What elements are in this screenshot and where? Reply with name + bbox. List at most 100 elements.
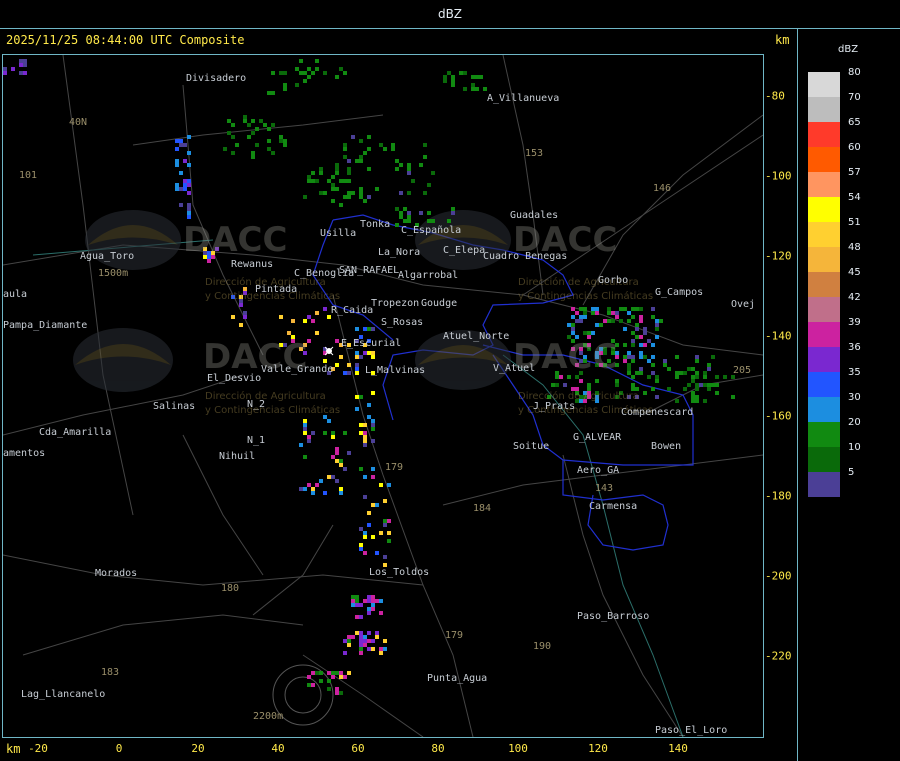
echo-pixel (311, 71, 315, 75)
echo-pixel (367, 511, 371, 515)
echo-pixel (571, 315, 575, 319)
echo-pixel (187, 191, 191, 195)
echo-pixel (367, 351, 371, 355)
echo-pixel (651, 307, 655, 311)
echo-pixel (691, 379, 695, 383)
echo-pixel (703, 399, 707, 403)
echo-pixel (639, 343, 643, 347)
echo-pixel (627, 311, 631, 315)
echo-pixel (675, 375, 679, 379)
echo-pixel (347, 179, 351, 183)
echo-pixel (715, 383, 719, 387)
echo-pixel (311, 431, 315, 435)
echo-pixel (343, 155, 347, 159)
echo-pixel (375, 187, 379, 191)
echo-pixel (23, 63, 27, 67)
legend-item: 39 (808, 317, 861, 347)
place-label: J_Prats (533, 401, 576, 412)
echo-pixel (359, 191, 363, 195)
echo-pixel (187, 215, 191, 219)
echo-pixel (303, 423, 307, 427)
echo-pixel (715, 391, 719, 395)
y-tick-label: -80 (765, 89, 785, 103)
echo-pixel (339, 463, 343, 467)
legend-swatch (808, 447, 840, 472)
panel-divider (797, 28, 798, 761)
place-label: Soitue (513, 441, 550, 452)
echo-pixel (623, 359, 627, 363)
echo-pixel (603, 319, 607, 323)
place-label: Paso_El_Loro (655, 725, 728, 736)
echo-pixel (463, 71, 467, 75)
echo-pixel (663, 359, 667, 363)
watermark-brand: DACC (183, 220, 288, 260)
echo-pixel (303, 195, 307, 199)
echo-pixel (331, 475, 335, 479)
echo-pixel (375, 551, 379, 555)
echo-pixel (631, 339, 635, 343)
echo-pixel (359, 155, 363, 159)
echo-pixel (315, 331, 319, 335)
echo-pixel (595, 379, 599, 383)
echo-pixel (347, 363, 351, 367)
place-label: La_Nora (378, 247, 421, 258)
echo-pixel (459, 71, 463, 75)
place-label: Goudge (421, 298, 458, 309)
echo-pixel (655, 395, 659, 399)
legend-swatch (808, 397, 840, 422)
echo-pixel (395, 167, 399, 171)
y-tick-label: -160 (765, 409, 792, 423)
echo-pixel (651, 363, 655, 367)
echo-pixel (567, 323, 571, 327)
echo-pixel (343, 195, 347, 199)
echo-pixel (483, 87, 487, 91)
place-label: V_Atuel (493, 363, 536, 374)
echo-pixel (599, 323, 603, 327)
echo-pixel (327, 687, 331, 691)
legend-label: 51 (848, 217, 861, 228)
echo-pixel (407, 163, 411, 167)
echo-pixel (615, 311, 619, 315)
legend-label: 35 (848, 367, 861, 378)
echo-pixel (175, 187, 179, 191)
echo-pixel (623, 327, 627, 331)
echo-pixel (587, 383, 591, 387)
place-label: 143 (595, 483, 614, 494)
echo-pixel (471, 83, 475, 87)
echo-pixel (383, 499, 387, 503)
echo-pixel (651, 343, 655, 347)
x-tick-label: 40 (271, 742, 285, 755)
echo-pixel (367, 523, 371, 527)
echo-pixel (707, 363, 711, 367)
echo-pixel (363, 495, 367, 499)
echo-pixel (407, 215, 411, 219)
echo-pixel (399, 163, 403, 167)
place-label: 101 (19, 170, 38, 181)
echo-pixel (363, 599, 367, 603)
echo-pixel (427, 219, 431, 223)
echo-pixel (307, 67, 311, 71)
echo-pixel (335, 479, 339, 483)
legend-swatch (808, 297, 840, 322)
x-tick-label: 20 (191, 742, 205, 755)
echo-pixel (643, 391, 647, 395)
echo-pixel (175, 139, 179, 143)
echo-pixel (339, 67, 343, 71)
legend-swatch (808, 222, 840, 247)
echo-pixel (423, 155, 427, 159)
echo-pixel (367, 327, 371, 331)
echo-pixel (315, 59, 319, 63)
echo-pixel (667, 367, 671, 371)
echo-pixel (303, 431, 307, 435)
legend-swatch (808, 197, 840, 222)
echo-pixel (627, 355, 631, 359)
legend-item: 35 (808, 367, 861, 397)
legend-item: 54 (808, 192, 861, 222)
echo-pixel (347, 635, 351, 639)
place-label: N_2 (247, 399, 266, 410)
place-label: 179 (385, 462, 404, 473)
place-label: Pintada (255, 284, 298, 295)
radar-map[interactable]: DACC DACC DACC DACC Dirección de Agricul… (2, 54, 764, 738)
echo-pixel (655, 379, 659, 383)
echo-pixel (591, 311, 595, 315)
